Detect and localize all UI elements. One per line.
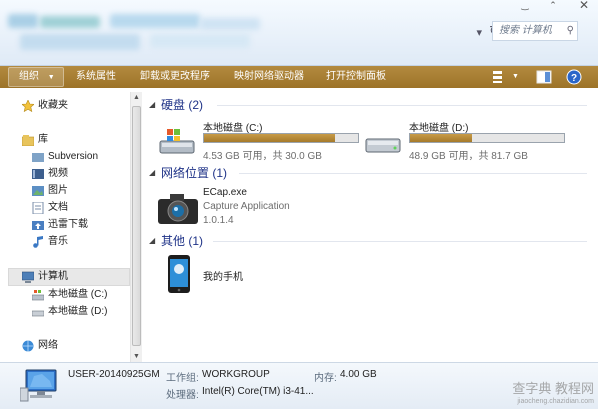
- computer-icon: [21, 271, 35, 283]
- details-pane: USER-20140925GM 工作组: WORKGROUP 内存: 4.00 …: [0, 362, 598, 409]
- memory-value: 4.00 GB: [340, 369, 377, 380]
- minimize-button[interactable]: ‿: [514, 0, 536, 10]
- star-icon: [21, 99, 35, 113]
- phone-icon: [167, 254, 191, 294]
- camera-icon: [157, 193, 199, 225]
- computer-name: USER-20140925GM: [68, 369, 160, 380]
- dropdown-arrow-icon[interactable]: ▾: [476, 26, 482, 39]
- watermark: 查字典 教程网 jiaocheng.chazidian.com: [512, 382, 594, 408]
- nav-scrollbar[interactable]: ▲ ▼: [130, 92, 142, 362]
- collapse-arrow-icon: ◢: [149, 168, 156, 177]
- drive-icon: [365, 127, 401, 155]
- command-bar: 组织 ▼ 系统属性 卸载或更改程序 映射网络驱动器 打开控制面板 ▼ ?: [0, 66, 598, 88]
- nav-videos-label: 视频: [48, 168, 68, 179]
- nav-libraries-label: 库: [38, 134, 48, 145]
- nav-network-label: 网络: [38, 340, 58, 351]
- drive-d-name: 本地磁盘 (D:): [409, 123, 469, 134]
- window-header: ‿ ⌃ ✕ ▾ ↻ 搜索 计算机 ⚲: [0, 0, 598, 66]
- maximize-button[interactable]: ⌃: [542, 0, 564, 10]
- search-input[interactable]: 搜索 计算机 ⚲: [492, 21, 578, 41]
- memory-label: 内存:: [314, 373, 337, 384]
- music-icon: [32, 236, 44, 248]
- watermark-line2: jiaocheng.chazidian.com: [517, 398, 594, 405]
- view-options-icon[interactable]: [490, 69, 506, 85]
- group-divider: [217, 105, 587, 106]
- nav-computer-label: 计算机: [38, 271, 68, 282]
- windows-drive-icon: [31, 289, 45, 301]
- drive-tile-c[interactable]: 本地磁盘 (C:) 4.53 GB 可用，共 30.0 GB: [159, 119, 359, 163]
- subversion-folder-icon: [32, 151, 44, 163]
- system-properties-button[interactable]: 系统属性: [76, 66, 116, 88]
- ecap-version: 1.0.1.4: [203, 215, 234, 226]
- content-area: ◢ 硬盘 (2) 本地磁盘 (C:) 4.53 GB 可用，共 30.0 GB …: [143, 88, 598, 362]
- search-placeholder: 搜索 计算机: [499, 25, 552, 36]
- navigation-pane: 收藏夹 库 Subversion 视频 图片 文档 迅雷下载 音乐 计算机 本地…: [0, 88, 130, 362]
- processor-value: Intel(R) Core(TM) i3-41...: [202, 386, 314, 397]
- drive-c-usage-bar: [203, 133, 359, 143]
- nav-documents-label: 文档: [48, 202, 68, 213]
- svg-text:?: ?: [571, 73, 577, 84]
- workgroup-value: WORKGROUP: [202, 369, 270, 380]
- processor-label: 处理器:: [166, 390, 199, 401]
- drive-c-free-space: 4.53 GB 可用，共 30.0 GB: [203, 151, 322, 162]
- drive-tile-d[interactable]: 本地磁盘 (D:) 48.9 GB 可用，共 81.7 GB: [365, 119, 565, 163]
- pictures-icon: [32, 185, 44, 197]
- scroll-up-icon[interactable]: ▲: [133, 94, 140, 101]
- uninstall-program-button[interactable]: 卸载或更改程序: [140, 66, 210, 88]
- group-title-network: 网络位置 (1): [161, 166, 228, 180]
- group-title-other: 其他 (1): [161, 234, 204, 248]
- nav-drive-c-label: 本地磁盘 (C:): [48, 289, 108, 300]
- drive-d-usage-fill: [410, 134, 472, 142]
- drive-d-free-space: 48.9 GB 可用，共 81.7 GB: [409, 151, 528, 162]
- organize-label: 组织: [19, 71, 39, 82]
- view-dropdown-icon[interactable]: ▼: [512, 66, 519, 88]
- chevron-down-icon: ▼: [47, 74, 55, 81]
- drive-d-usage-bar: [409, 133, 565, 143]
- my-phone-label: 我的手机: [203, 272, 243, 283]
- blurred-address-bar: [0, 12, 280, 58]
- network-item-ecap[interactable]: ECap.exe Capture Application 1.0.1.4: [157, 187, 377, 235]
- download-folder-icon: [32, 219, 44, 231]
- drive-icon: [31, 306, 45, 318]
- nav-subversion-label: Subversion: [48, 151, 99, 162]
- ecap-description: Capture Application: [203, 201, 290, 212]
- group-divider: [239, 173, 587, 174]
- search-icon: ⚲: [566, 25, 574, 36]
- workgroup-label: 工作组:: [166, 373, 199, 384]
- drive-c-name: 本地磁盘 (C:): [203, 123, 263, 134]
- organize-button[interactable]: 组织 ▼: [8, 67, 64, 87]
- documents-icon: [32, 201, 44, 215]
- watermark-line1: 查字典 教程网: [512, 381, 594, 396]
- group-title-drives: 硬盘 (2): [161, 98, 204, 112]
- help-icon[interactable]: ?: [566, 69, 582, 85]
- nav-drive-d-label: 本地磁盘 (D:): [48, 306, 108, 317]
- windows-drive-icon: [159, 127, 195, 155]
- collapse-arrow-icon: ◢: [149, 100, 156, 109]
- computer-icon: [19, 368, 58, 402]
- nav-pictures-label: 图片: [48, 185, 68, 196]
- drive-c-usage-fill: [204, 134, 335, 142]
- nav-favorites-label: 收藏夹: [38, 100, 68, 111]
- group-divider: [213, 241, 587, 242]
- scrollbar-thumb[interactable]: [132, 106, 141, 346]
- close-button[interactable]: ✕: [570, 0, 598, 11]
- scroll-down-icon[interactable]: ▼: [133, 353, 140, 360]
- nav-thunder-downloads-label: 迅雷下载: [48, 219, 88, 230]
- video-icon: [32, 168, 44, 180]
- open-control-panel-button[interactable]: 打开控制面板: [326, 66, 386, 88]
- nav-music-label: 音乐: [48, 236, 68, 247]
- map-network-drive-button[interactable]: 映射网络驱动器: [234, 66, 304, 88]
- collapse-arrow-icon: ◢: [149, 236, 156, 245]
- library-icon: [21, 134, 35, 147]
- ecap-name: ECap.exe: [203, 187, 247, 198]
- preview-pane-icon[interactable]: [536, 69, 552, 85]
- network-icon: [22, 340, 34, 352]
- device-my-phone[interactable]: 我的手机: [167, 254, 287, 296]
